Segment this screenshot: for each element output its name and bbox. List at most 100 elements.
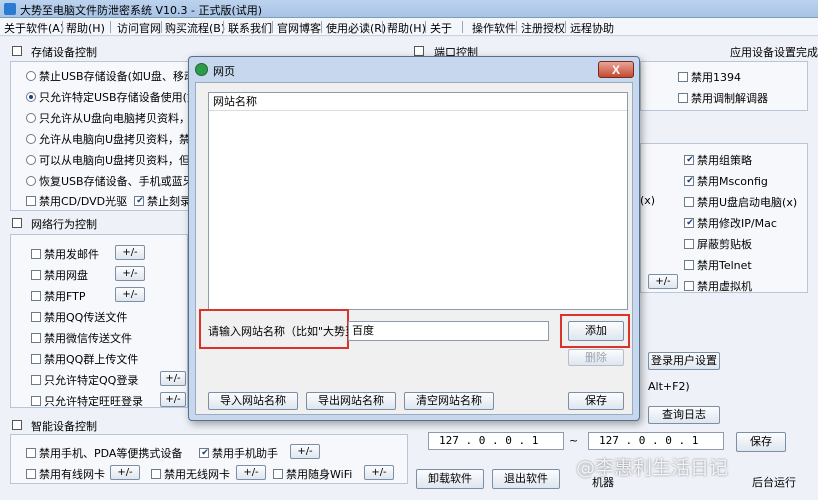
menu-separator <box>161 21 162 33</box>
wired-nic-toggle-button[interactable]: +/- <box>110 465 140 480</box>
close-button[interactable]: X <box>598 61 634 78</box>
uninstall-button[interactable]: 卸载软件 <box>416 469 484 489</box>
disable-1394-checkbox[interactable]: 禁用1394 <box>678 69 741 85</box>
add-button[interactable]: 添加 <box>568 321 624 341</box>
disable-qq-file-checkbox[interactable]: 禁用QQ传送文件 <box>31 309 127 325</box>
menu-remote[interactable]: 远程协助 <box>570 20 614 36</box>
menu-blog[interactable]: 官网博客 <box>277 20 321 36</box>
radio-icon <box>26 155 36 165</box>
checkbox-icon <box>26 469 36 479</box>
window-title: 大势至电脑文件防泄密系统 V10.3 - 正式版(试用) <box>20 4 263 17</box>
disable-netdisk-checkbox[interactable]: 禁用网盘 <box>31 267 88 283</box>
checkbox-icon <box>31 354 41 364</box>
disable-burn-checkbox[interactable]: 禁止刻录 <box>134 193 191 209</box>
dialog-save-button[interactable]: 保存 <box>568 392 624 410</box>
title-bar: 大势至电脑文件防泄密系统 V10.3 - 正式版(试用) <box>0 0 818 18</box>
hotkey-text: Alt+F2) <box>648 380 690 393</box>
ip-save-button[interactable]: 保存 <box>736 432 786 452</box>
disable-telnet-checkbox[interactable]: 禁用Telnet <box>684 257 752 273</box>
checkbox-icon <box>684 260 694 270</box>
disable-phone-assistant-checkbox[interactable]: 禁用手机助手 <box>199 445 278 461</box>
qq-toggle-button[interactable]: +/- <box>160 371 186 386</box>
disable-email-checkbox[interactable]: 禁用发邮件 <box>31 246 99 262</box>
delete-button[interactable]: 删除 <box>568 349 624 366</box>
ip-start-field[interactable]: 127 . 0 . 0 . 1 <box>428 432 564 450</box>
globe-icon <box>195 63 208 76</box>
menu-separator <box>62 21 63 33</box>
checkbox-checked-icon <box>199 448 210 458</box>
menu-separator <box>272 21 273 33</box>
exit-button[interactable]: 退出软件 <box>492 469 560 489</box>
dialog-title: 网页 <box>213 65 235 78</box>
menu-register[interactable]: 注册授权 <box>521 20 565 36</box>
radio-icon <box>26 176 36 186</box>
wireless-nic-toggle-button[interactable]: +/- <box>236 465 266 480</box>
storage-option-3[interactable]: 只允许从U盘向电脑拷贝资料，禁止 <box>26 110 212 126</box>
menu-about[interactable]: 关于 <box>430 20 452 36</box>
clear-websites-button[interactable]: 清空网站名称 <box>404 392 494 410</box>
radio-selected-icon <box>26 92 36 102</box>
ip-end-field[interactable]: 127 . 0 . 0 . 1 <box>588 432 724 450</box>
netdisk-toggle-button[interactable]: +/- <box>115 266 145 281</box>
disable-wechat-file-checkbox[interactable]: 禁用微信传送文件 <box>31 330 132 346</box>
menu-help[interactable]: 帮助(H) <box>66 20 105 36</box>
portable-wifi-toggle-button[interactable]: +/- <box>364 465 394 480</box>
app-icon <box>4 3 16 15</box>
disable-portable-wifi-checkbox[interactable]: 禁用随身WiFi <box>273 466 352 482</box>
checkbox-checked-icon <box>684 218 695 228</box>
checkbox-icon <box>31 396 41 406</box>
block-clipboard-checkbox[interactable]: 屏蔽剪贴板 <box>684 236 752 252</box>
checkbox-icon <box>26 196 36 206</box>
menu-readme[interactable]: 使用必读(R) <box>326 20 386 36</box>
website-dialog: 网页 X 网站名称 请输入网站名称（比如"大势至"） 百度 添加 删除 导入网站… <box>188 56 640 421</box>
menu-website[interactable]: 访问官网 <box>117 20 161 36</box>
menu-separator <box>516 21 517 33</box>
export-websites-button[interactable]: 导出网站名称 <box>306 392 396 410</box>
right-options-toggle-button[interactable]: +/- <box>648 274 678 289</box>
disable-wired-nic-checkbox[interactable]: 禁用有线网卡 <box>26 466 105 482</box>
disable-msconfig-checkbox[interactable]: 禁用Msconfig <box>684 173 768 189</box>
query-log-button[interactable]: 查询日志 <box>648 406 720 424</box>
ftp-toggle-button[interactable]: +/- <box>115 287 145 302</box>
disable-vm-checkbox[interactable]: 禁用虚拟机 <box>684 278 752 294</box>
network-section-icon <box>12 218 22 228</box>
website-list[interactable]: 网站名称 <box>208 92 628 310</box>
disable-wireless-nic-checkbox[interactable]: 禁用无线网卡 <box>151 466 230 482</box>
checkbox-icon <box>31 333 41 343</box>
disable-modem-checkbox[interactable]: 禁用调制解调器 <box>678 90 768 106</box>
disable-usb-boot-checkbox[interactable]: 禁用U盘启动电脑(x) <box>684 194 797 210</box>
network-heading: 网络行为控制 <box>31 218 97 231</box>
checkbox-icon <box>31 291 41 301</box>
menu-contact[interactable]: 联系我们 <box>228 20 272 36</box>
checkbox-checked-icon <box>134 196 145 206</box>
menu-separator <box>382 21 383 33</box>
menu-operate[interactable]: 操作软件 <box>472 20 516 36</box>
background-run-text: 后台运行 <box>752 476 796 489</box>
website-name-input[interactable]: 百度 <box>348 321 549 341</box>
menu-help-2[interactable]: 帮助(H) <box>387 20 426 36</box>
wangwang-toggle-button[interactable]: +/- <box>160 392 186 407</box>
allow-specific-qq-checkbox[interactable]: 只允许特定QQ登录 <box>31 372 138 388</box>
disable-ip-mac-checkbox[interactable]: 禁用修改IP/Mac <box>684 215 777 231</box>
watermark-text: @李惠利生活日记 <box>576 457 729 479</box>
disable-cd-checkbox[interactable]: 禁用CD/DVD光驱 <box>26 193 127 209</box>
website-list-header[interactable]: 网站名称 <box>209 93 627 111</box>
menu-separator <box>223 21 224 33</box>
disable-portable-device-checkbox[interactable]: 禁用手机、PDA等便携式设备 <box>26 445 182 461</box>
disable-ftp-checkbox[interactable]: 禁用FTP <box>31 288 86 304</box>
storage-option-5[interactable]: 可以从电脑向U盘拷贝资料，但必须 <box>26 152 212 168</box>
phone-assistant-toggle-button[interactable]: +/- <box>290 444 320 459</box>
status-text: 应用设备设置完成 <box>730 46 818 59</box>
storage-heading: 存储设备控制 <box>31 46 97 59</box>
disable-qq-group-upload-checkbox[interactable]: 禁用QQ群上传文件 <box>31 351 138 367</box>
email-toggle-button[interactable]: +/- <box>115 245 145 260</box>
checkbox-icon <box>678 93 688 103</box>
login-user-settings-button[interactable]: 登录用户设置 <box>648 352 720 370</box>
checkbox-icon <box>684 239 694 249</box>
menu-purchase[interactable]: 购买流程(B) <box>165 20 225 36</box>
import-websites-button[interactable]: 导入网站名称 <box>208 392 298 410</box>
menu-about-software[interactable]: 关于软件(A) <box>4 20 64 36</box>
allow-specific-wangwang-checkbox[interactable]: 只允许特定旺旺登录 <box>31 393 143 409</box>
disable-group-policy-checkbox[interactable]: 禁用组策略 <box>684 152 752 168</box>
menu-separator <box>110 21 111 33</box>
